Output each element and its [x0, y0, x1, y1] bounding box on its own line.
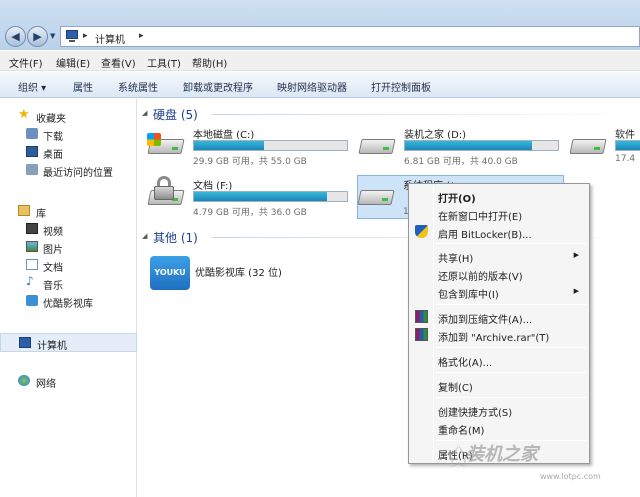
breadcrumb-computer[interactable]: 计算机 — [95, 31, 125, 46]
library-icon — [18, 205, 30, 216]
music-note-icon: ♪ — [26, 274, 34, 288]
properties-button[interactable]: 属性 — [73, 79, 93, 94]
locked-drive-icon — [147, 176, 185, 210]
winrar-icon — [415, 310, 428, 323]
forward-button[interactable]: ▶ — [27, 26, 48, 47]
sidebar-item-computer[interactable]: 计算机 — [0, 333, 137, 352]
menu-item-open-new-window[interactable]: 在新窗口中打开(E) — [411, 205, 587, 223]
sidebar-item-recent-places[interactable]: 最近访问的位置 — [0, 161, 137, 179]
recent-pages-dropdown-icon[interactable]: ▼ — [50, 32, 55, 40]
menu-item-add-to-archive[interactable]: 添加到压缩文件(A)... — [411, 308, 587, 326]
forward-arrow-icon: ▶ — [33, 30, 42, 43]
drive-usage-bar — [404, 140, 559, 151]
collapse-triangle-icon[interactable]: ◢ — [142, 232, 147, 240]
sidebar-item-videos[interactable]: 视频 — [0, 220, 137, 238]
group-header-hard-disks[interactable]: ◢ 硬盘 (5) — [142, 106, 640, 122]
menu-item-share[interactable]: 共享(H) ▶ — [411, 247, 587, 265]
sidebar-item-documents[interactable]: 文档 — [0, 256, 137, 274]
menu-item-copy[interactable]: 复制(C) — [411, 376, 587, 394]
document-library-icon — [26, 259, 38, 270]
desktop-icon — [26, 146, 38, 157]
sidebar-item-desktop[interactable]: 桌面 — [0, 143, 137, 161]
back-button[interactable]: ◀ — [5, 26, 26, 47]
menu-item-format[interactable]: 格式化(A)... — [411, 351, 587, 369]
breadcrumb-separator-icon[interactable]: ▸ — [83, 31, 88, 41]
sidebar-item-network[interactable]: 网络 — [0, 372, 137, 390]
star-icon: ★ — [18, 107, 30, 122]
hard-drive-icon — [570, 133, 607, 159]
video-library-icon — [26, 223, 38, 234]
winrar-icon — [415, 328, 428, 341]
drive-usage-bar — [193, 140, 348, 151]
menu-bar: 文件(F) 编辑(E) 查看(V) 工具(T) 帮助(H) — [0, 51, 640, 71]
map-network-drive-button[interactable]: 映射网络驱动器 — [277, 79, 347, 94]
title-bar: ◀ ▶ ▼ ▸ 计算机 ▸ — [0, 0, 640, 50]
menu-separator — [436, 397, 586, 398]
drive-d[interactable]: 装机之家 (D:) 6.81 GB 可用，共 40.0 GB — [358, 125, 564, 167]
menu-separator — [436, 304, 586, 305]
uac-shield-icon — [415, 225, 428, 238]
menu-item-bitlocker[interactable]: 启用 BitLocker(B)... — [411, 223, 587, 241]
menu-file[interactable]: 文件(F) — [9, 55, 43, 70]
address-bar[interactable]: ▸ 计算机 ▸ — [60, 26, 640, 47]
sidebar-item-youku-library[interactable]: 优酷影视库 — [0, 292, 137, 310]
uninstall-program-button[interactable]: 卸载或更改程序 — [183, 79, 253, 94]
drive-usage-bar — [193, 191, 348, 202]
menu-item-rename[interactable]: 重命名(M) — [411, 419, 587, 437]
picture-library-icon — [26, 241, 38, 252]
menu-separator — [436, 372, 586, 373]
sidebar-item-favorites[interactable]: ★ 收藏夹 — [0, 107, 137, 125]
network-globe-icon — [18, 375, 30, 386]
download-folder-icon — [26, 128, 38, 139]
drive-f[interactable]: 文档 (F:) 4.79 GB 可用，共 36.0 GB — [147, 176, 353, 218]
drive-usage-bar — [615, 140, 640, 151]
menu-separator — [436, 243, 586, 244]
system-properties-button[interactable]: 系统属性 — [118, 79, 158, 94]
windows-drive-icon — [147, 133, 185, 159]
youku-library-icon — [26, 295, 38, 306]
youku-library-item[interactable]: 优酷影视库 (32 位) — [195, 264, 282, 279]
back-arrow-icon: ◀ — [11, 30, 20, 43]
sidebar-item-music[interactable]: ♪ 音乐 — [0, 274, 137, 292]
submenu-arrow-icon: ▶ — [573, 251, 579, 259]
computer-icon — [19, 337, 31, 348]
menu-edit[interactable]: 编辑(E) — [56, 55, 90, 70]
submenu-arrow-icon: ▶ — [573, 287, 579, 295]
open-control-panel-button[interactable]: 打开控制面板 — [371, 79, 431, 94]
sidebar-item-downloads[interactable]: 下载 — [0, 125, 137, 143]
collapse-triangle-icon[interactable]: ◢ — [142, 109, 147, 117]
menu-item-add-to-rar[interactable]: 添加到 "Archive.rar"(T) — [411, 326, 587, 344]
youku-icon[interactable]: YOUKU — [150, 256, 190, 290]
watermark-url: www.lotpc.com — [540, 472, 601, 481]
navigation-pane: ★ 收藏夹 下载 桌面 最近访问的位置 库 视频 图片 文档 ♪ 音乐 优酷影视… — [0, 99, 137, 497]
drive-c[interactable]: 本地磁盘 (C:) 29.9 GB 可用，共 55.0 GB — [147, 125, 353, 167]
recent-places-icon — [26, 164, 38, 175]
breadcrumb-separator-icon[interactable]: ▸ — [139, 31, 144, 41]
menu-item-create-shortcut[interactable]: 创建快捷方式(S) — [411, 401, 587, 419]
drive-e[interactable]: 软件 17.4 — [570, 125, 640, 165]
hard-drive-icon — [358, 133, 396, 159]
computer-icon — [65, 30, 79, 42]
menu-item-include-in-library[interactable]: 包含到库中(I) ▶ — [411, 283, 587, 301]
hard-drive-icon — [357, 184, 395, 210]
sidebar-item-pictures[interactable]: 图片 — [0, 238, 137, 256]
organize-button[interactable]: 组织 ▾ — [18, 79, 46, 94]
sidebar-item-libraries[interactable]: 库 — [0, 202, 137, 220]
menu-item-restore-previous[interactable]: 还原以前的版本(V) — [411, 265, 587, 283]
menu-separator — [436, 347, 586, 348]
context-menu: 打开(O) 在新窗口中打开(E) 启用 BitLocker(B)... 共享(H… — [408, 183, 590, 464]
menu-tools[interactable]: 工具(T) — [147, 55, 181, 70]
menu-view[interactable]: 查看(V) — [101, 55, 136, 70]
group-divider — [212, 114, 640, 115]
watermark-text: 装机之家 — [466, 444, 538, 465]
command-toolbar: 组织 ▾ 属性 系统属性 卸载或更改程序 映射网络驱动器 打开控制面板 — [0, 72, 640, 98]
menu-item-open[interactable]: 打开(O) — [411, 187, 587, 205]
menu-help[interactable]: 帮助(H) — [192, 55, 227, 70]
